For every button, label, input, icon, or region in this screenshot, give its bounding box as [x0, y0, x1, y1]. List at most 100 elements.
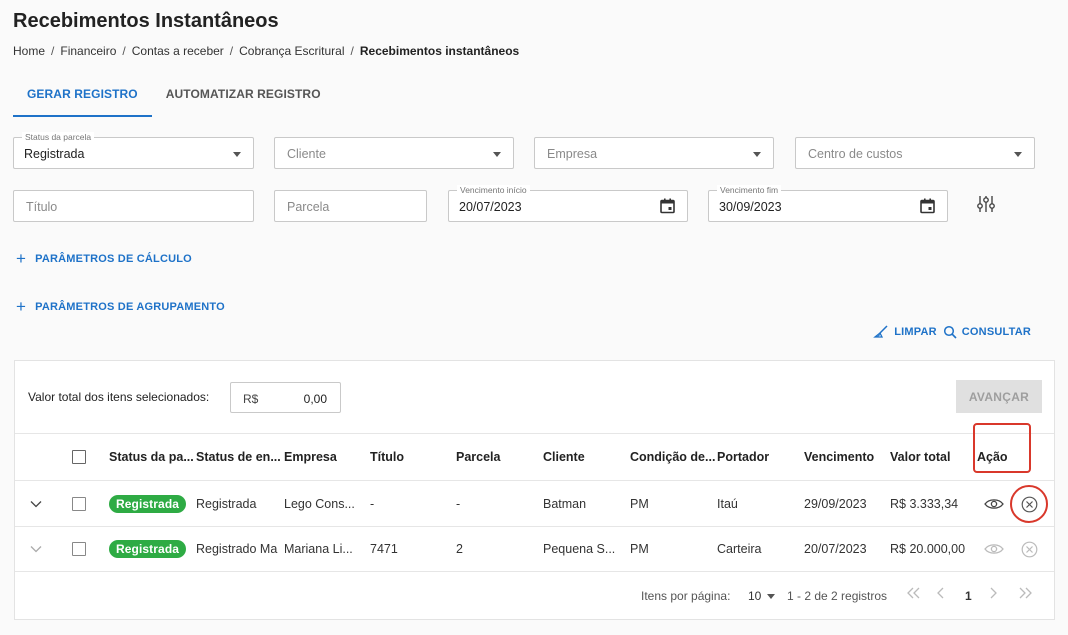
vencimento-inicio-label: Vencimento início: [457, 185, 530, 195]
chevron-right-icon: [990, 587, 997, 599]
expand-row-toggle[interactable]: [29, 482, 43, 526]
parametros-calculo-label: PARÂMETROS DE CÁLCULO: [35, 253, 192, 265]
consultar-label: CONSULTAR: [961, 326, 1031, 338]
header-status-parcela[interactable]: Status da pa...: [109, 434, 195, 480]
last-page-button[interactable]: [1018, 586, 1034, 603]
chevron-down-icon: [1014, 152, 1022, 157]
tab-bar: GERAR REGISTRO AUTOMATIZAR REGISTRO: [13, 76, 335, 117]
prev-page-button[interactable]: [936, 586, 946, 603]
select-all-checkbox[interactable]: [72, 450, 86, 464]
portador-cell: Carteira: [717, 542, 762, 556]
chevron-down-icon: [767, 594, 776, 600]
vencimento-inicio-value: 20/07/2023: [459, 200, 522, 214]
row-checkbox[interactable]: [72, 497, 86, 511]
tab-automatizar-registro[interactable]: AUTOMATIZAR REGISTRO: [152, 76, 335, 117]
row-checkbox-cell: [72, 527, 86, 571]
filter-settings-icon[interactable]: [976, 194, 996, 219]
view-button[interactable]: [984, 527, 1004, 571]
header-status-envio[interactable]: Status de en...: [196, 434, 282, 480]
selected-total-value: 0,00: [303, 392, 327, 406]
results-card: Valor total dos itens selecionados: R$ 0…: [14, 360, 1055, 620]
parcela-cell: 2: [456, 542, 463, 556]
header-empresa[interactable]: Empresa: [284, 434, 364, 480]
parcela-placeholder: Parcela: [287, 200, 330, 214]
header-portador[interactable]: Portador: [717, 434, 797, 480]
vencimento-cell: 20/07/2023: [804, 542, 867, 556]
selected-total-label: Valor total dos itens selecionados:: [28, 390, 210, 404]
breadcrumb-current: Recebimentos instantâneos: [359, 44, 520, 58]
header-vencimento[interactable]: Vencimento: [804, 434, 884, 480]
items-per-page-select[interactable]: 10: [748, 589, 776, 603]
chevron-down-icon: [233, 152, 241, 157]
next-page-button[interactable]: [988, 586, 998, 603]
current-page[interactable]: 1: [965, 589, 972, 603]
calendar-icon[interactable]: [660, 198, 675, 217]
selected-total-field: R$ 0,00: [230, 382, 341, 413]
breadcrumb-financeiro[interactable]: Financeiro: [60, 44, 116, 58]
parcela-cell: -: [456, 497, 461, 511]
expand-row-toggle[interactable]: [29, 527, 43, 571]
consultar-button[interactable]: CONSULTAR: [943, 325, 1031, 339]
parametros-calculo-toggle[interactable]: + PARÂMETROS DE CÁLCULO: [16, 250, 192, 267]
limpar-button[interactable]: LIMPAR: [873, 325, 937, 339]
breadcrumb-home[interactable]: Home: [13, 44, 45, 58]
header-titulo[interactable]: Título: [370, 434, 450, 480]
double-chevron-left-icon: [907, 587, 920, 599]
header-parcela[interactable]: Parcela: [456, 434, 536, 480]
empresa-cell: Lego Cons...: [284, 497, 355, 511]
eye-icon: [984, 544, 1004, 554]
breadcrumb-contas-a-receber[interactable]: Contas a receber: [132, 44, 224, 58]
cancel-button-highlight: [1010, 485, 1048, 523]
status-badge: Registrada: [109, 540, 187, 558]
centro-custos-placeholder: Centro de custos: [808, 147, 903, 161]
centro-custos-select[interactable]: Centro de custos: [795, 137, 1035, 169]
search-icon: [943, 325, 957, 339]
page-title: Recebimentos Instantâneos: [13, 10, 279, 32]
close-circle-icon: [1021, 541, 1038, 557]
vencimento-inicio-field[interactable]: Vencimento início 20/07/2023: [448, 185, 688, 222]
status-badge: Registrada: [109, 495, 187, 513]
breadcrumb-cobranca-escritural[interactable]: Cobrança Escritural: [239, 44, 344, 58]
parametros-agrupamento-label: PARÂMETROS DE AGRUPAMENTO: [35, 301, 225, 313]
titulo-input[interactable]: Título: [13, 190, 254, 222]
vencimento-fim-field[interactable]: Vencimento fim 30/09/2023: [708, 185, 948, 222]
first-page-button[interactable]: [905, 586, 921, 603]
status-parcela-select[interactable]: Status da parcela Registrada: [13, 132, 254, 169]
header-valor-total[interactable]: Valor total: [890, 434, 970, 480]
titulo-placeholder: Título: [26, 200, 58, 214]
broom-icon: [873, 325, 888, 338]
cancel-button[interactable]: [1021, 527, 1038, 571]
currency-prefix: R$: [243, 392, 259, 406]
limpar-label: LIMPAR: [894, 326, 937, 338]
row-checkbox[interactable]: [72, 542, 86, 556]
table-header: Status da pa... Status de en... Empresa …: [15, 433, 1054, 481]
avancar-button[interactable]: AVANÇAR: [956, 380, 1042, 413]
parametros-agrupamento-toggle[interactable]: + PARÂMETROS DE AGRUPAMENTO: [16, 298, 225, 315]
titulo-cell: 7471: [370, 542, 398, 556]
condicao-cell: PM: [630, 542, 649, 556]
parcela-input[interactable]: Parcela: [274, 190, 427, 222]
titulo-cell: -: [370, 497, 375, 511]
cliente-placeholder: Cliente: [287, 147, 326, 161]
status-envio-cell: Registrada: [196, 497, 257, 511]
calendar-icon[interactable]: [920, 198, 935, 217]
row-checkbox-cell: [72, 482, 86, 526]
vencimento-fim-label: Vencimento fim: [717, 185, 782, 195]
select-all-checkbox-cell: [72, 434, 86, 480]
view-button[interactable]: [984, 482, 1004, 526]
items-per-page-value: 10: [748, 589, 762, 603]
vencimento-cell: 29/09/2023: [804, 497, 867, 511]
table-row[interactable]: Registrada Registrado Ma Mariana Li... 7…: [15, 527, 1054, 572]
tab-gerar-registro[interactable]: GERAR REGISTRO: [13, 76, 152, 117]
header-cliente[interactable]: Cliente: [543, 434, 623, 480]
header-condicao[interactable]: Condição de...: [630, 434, 716, 480]
status-envio-cell: Registrado Ma: [196, 542, 278, 556]
portador-cell: Itaú: [717, 497, 738, 511]
status-cell: Registrada: [109, 482, 187, 526]
chevron-down-icon: [30, 546, 42, 553]
table-row[interactable]: Registrada Registrada Lego Cons... - - B…: [15, 482, 1054, 527]
chevron-down-icon: [753, 152, 761, 157]
pagination-bar: Itens por página: 10 1 - 2 de 2 registro…: [15, 573, 1054, 619]
empresa-select[interactable]: Empresa: [534, 137, 774, 169]
cliente-select[interactable]: Cliente: [274, 137, 514, 169]
